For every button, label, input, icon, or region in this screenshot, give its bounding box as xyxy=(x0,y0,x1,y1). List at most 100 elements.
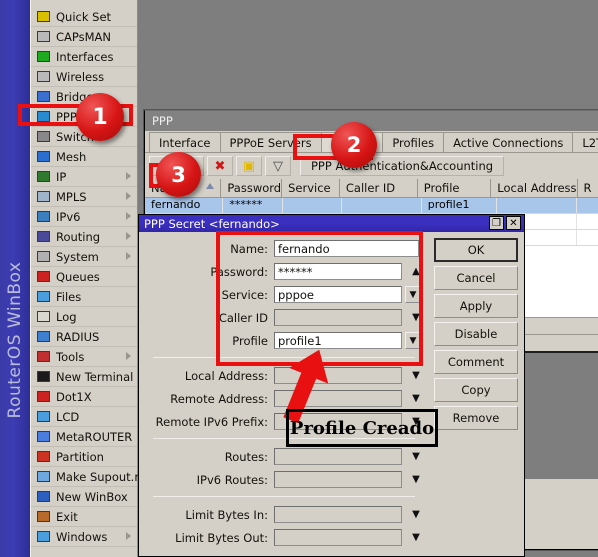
ok-button[interactable]: OK xyxy=(434,238,518,262)
sidebar-item-mpls[interactable]: MPLS xyxy=(31,187,137,207)
sidebar-item-tools[interactable]: Tools xyxy=(31,347,137,367)
field-input-ipv6-routes[interactable] xyxy=(274,471,402,488)
cancel-button[interactable]: Cancel xyxy=(434,266,518,290)
sidebar-item-mesh[interactable]: Mesh xyxy=(31,147,137,167)
column-header-r[interactable]: R xyxy=(578,179,598,197)
close-icon[interactable]: ✕ xyxy=(506,216,521,230)
sidebar-item-label: New WinBox xyxy=(56,489,128,504)
column-header-label: Password xyxy=(227,181,282,195)
sidebar-item-dot1x[interactable]: Dot1X xyxy=(31,387,137,407)
ppp-window-title: PPP xyxy=(152,114,173,128)
ppp-window-titlebar: PPP xyxy=(145,111,598,131)
remove-button[interactable]: Remove xyxy=(434,406,518,430)
sidebar-item-label: MPLS xyxy=(56,189,87,204)
tab-pppoe-servers[interactable]: PPPoE Servers xyxy=(219,132,322,152)
tools-icon xyxy=(35,350,51,364)
field-label-password: Password: xyxy=(210,264,268,279)
sidebar-item-metarouter[interactable]: MetaROUTER xyxy=(31,427,137,447)
column-header-caller-id[interactable]: Caller ID xyxy=(340,179,418,197)
wand-icon xyxy=(35,10,51,24)
apply-button[interactable]: Apply xyxy=(434,294,518,318)
antenna-icon xyxy=(35,30,51,44)
chevron-down-icon[interactable]: ▼ xyxy=(407,509,425,520)
field-input-caller-id[interactable] xyxy=(274,309,402,326)
callout-text: Profile Creado xyxy=(289,417,435,439)
button-label: OK xyxy=(467,243,485,257)
sidebar-item-new-winbox[interactable]: New WinBox xyxy=(31,487,137,507)
tab-l2tp-secrets[interactable]: L2TP Secrets xyxy=(572,132,598,152)
chevron-down-icon[interactable]: ▼ xyxy=(407,312,425,323)
sidebar-item-routing[interactable]: Routing xyxy=(31,227,137,247)
chevron-down-icon[interactable]: ▼ xyxy=(407,474,425,485)
field-row-caller-id: Caller ID ▼ xyxy=(139,307,429,328)
tab-interface[interactable]: Interface xyxy=(149,132,221,152)
column-header-password[interactable]: Password xyxy=(221,179,283,197)
mesh-icon xyxy=(35,150,51,164)
disable-button[interactable]: Disable xyxy=(434,322,518,346)
comment-button[interactable]: Comment xyxy=(434,350,518,374)
network-card-icon xyxy=(35,50,51,64)
chevron-down-icon[interactable]: ▼ xyxy=(407,393,425,404)
sidebar-item-label: Log xyxy=(56,309,77,324)
sidebar-item-label: Windows xyxy=(56,529,108,544)
field-row-routes: Routes: ▼ xyxy=(139,446,429,467)
field-label-name: Name: xyxy=(230,241,268,256)
table-cell xyxy=(497,198,578,213)
sidebar-item-exit[interactable]: Exit xyxy=(31,507,137,527)
field-input-password[interactable]: ****** xyxy=(274,263,402,280)
sidebar-item-capsman[interactable]: CAPsMAN xyxy=(31,27,137,47)
sidebar-item-files[interactable]: Files xyxy=(31,287,137,307)
tab-active-connections[interactable]: Active Connections xyxy=(443,132,574,152)
field-input-name[interactable]: fernando xyxy=(274,240,419,257)
column-header-label: Local Address xyxy=(497,181,577,195)
callout-profile-creado: Profile Creado xyxy=(286,409,438,447)
column-header-service[interactable]: Service xyxy=(282,179,340,197)
sidebar-item-radius[interactable]: RADIUS xyxy=(31,327,137,347)
sidebar-item-queues[interactable]: Queues xyxy=(31,267,137,287)
toolbar-remove-button[interactable]: ✖ xyxy=(207,156,233,176)
sidebar-item-ip[interactable]: IP xyxy=(31,167,137,187)
field-input-service[interactable]: pppoe xyxy=(274,286,402,303)
mpls-icon xyxy=(35,190,51,204)
field-input-limit-bytes-out[interactable] xyxy=(274,529,402,546)
sidebar-item-label: CAPsMAN xyxy=(56,29,112,44)
column-header-profile[interactable]: Profile xyxy=(418,179,492,197)
sidebar-item-wireless[interactable]: Wireless xyxy=(31,67,137,87)
table-row[interactable]: fernando ****** profile1 xyxy=(145,198,598,214)
submenu-arrow-icon xyxy=(126,172,131,180)
field-input-routes[interactable] xyxy=(274,448,402,465)
ppp-auth-accounting-button[interactable]: PPP Authentication&Accounting xyxy=(300,156,505,176)
chevron-down-icon[interactable]: ▼ xyxy=(407,532,425,543)
sidebar-item-ipv6[interactable]: IPv6 xyxy=(31,207,137,227)
column-header-local-address[interactable]: Local Address xyxy=(491,179,578,197)
toolbar-comment-button[interactable]: ▣ xyxy=(236,156,262,176)
terminal-icon xyxy=(35,370,51,384)
chevron-down-icon[interactable]: ▼ xyxy=(405,286,421,303)
sidebar-item-partition[interactable]: Partition xyxy=(31,447,137,467)
sidebar-item-new-terminal[interactable]: New Terminal xyxy=(31,367,137,387)
sidebar-item-make-supout-rif[interactable]: Make Supout.rif xyxy=(31,467,146,487)
table-cell xyxy=(342,198,422,213)
maximize-icon[interactable]: ❐ xyxy=(489,216,504,230)
chevron-down-icon[interactable]: ▼ xyxy=(407,451,425,462)
sidebar-item-quick-set[interactable]: Quick Set xyxy=(31,7,137,27)
table-cell xyxy=(577,198,598,213)
sidebar-item-windows[interactable]: Windows xyxy=(31,527,137,547)
chevron-up-icon[interactable]: ▲ xyxy=(407,266,425,277)
tab-profiles[interactable]: Profiles xyxy=(382,132,445,152)
chevron-down-icon[interactable]: ▼ xyxy=(407,370,425,381)
secret-dialog-titlebar: PPP Secret <fernando> ❐ ✕ xyxy=(139,215,524,232)
sidebar-item-interfaces[interactable]: Interfaces xyxy=(31,47,137,67)
tab-label: Active Connections xyxy=(453,135,564,150)
sidebar-item-lcd[interactable]: LCD xyxy=(31,407,137,427)
toolbar-filter-button[interactable]: ▽ xyxy=(265,156,291,176)
chevron-down-icon[interactable]: ▼ xyxy=(405,332,421,349)
sidebar-item-log[interactable]: Log xyxy=(31,307,137,327)
sidebar-item-system[interactable]: System xyxy=(31,247,137,267)
sidebar-item-label: IP xyxy=(56,169,67,184)
queues-icon xyxy=(35,270,51,284)
field-input-limit-bytes-in[interactable] xyxy=(274,506,402,523)
sidebar-item-label: Exit xyxy=(56,509,78,524)
field-label-service: Service: xyxy=(221,287,268,302)
copy-button[interactable]: Copy xyxy=(434,378,518,402)
